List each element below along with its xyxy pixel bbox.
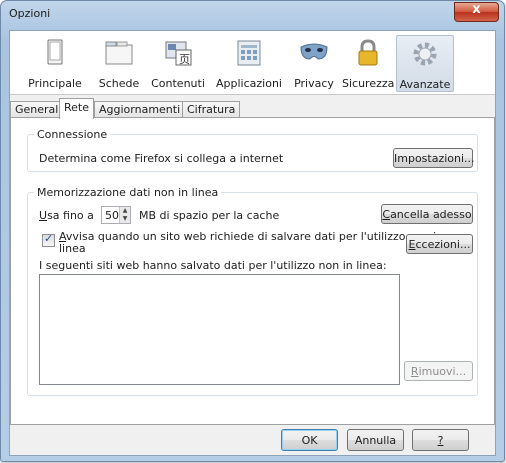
cache-size-value: 50	[105, 209, 119, 222]
pane-label: Schede	[98, 77, 140, 90]
privacy-mask-icon	[300, 43, 328, 60]
warn-offline-label-line1: Avvisa quando un sito web richiede di sa…	[59, 230, 443, 243]
dialog-footer: OK Annulla ?	[10, 424, 495, 455]
pane-privacy[interactable]: Privacy	[290, 35, 338, 90]
pane-schede[interactable]: Schede	[94, 35, 144, 90]
warn-offline-label-line2: linea	[59, 242, 86, 255]
mnemonic: E	[408, 238, 416, 251]
offline-legend: Memorizzazione dati non in linea	[37, 186, 219, 199]
help-button[interactable]: ?	[412, 429, 469, 451]
cancel-button[interactable]: Annulla	[347, 429, 404, 451]
title-bar: Opzioni x	[1, 1, 504, 25]
pane-sicurezza[interactable]: Sicurezza	[342, 35, 394, 90]
offline-sites-list[interactable]	[39, 274, 400, 385]
pane-label: Principale	[28, 77, 82, 90]
clear-now-button[interactable]: Cancella adesso	[381, 204, 473, 224]
general-window-icon	[47, 39, 63, 65]
preferences-toolbar: Principale Schede 页 Contenuti Applicazio…	[10, 31, 495, 95]
mnemonic: U	[39, 209, 48, 222]
pane-applicazioni[interactable]: Applicazioni	[212, 35, 286, 90]
cache-limit-label: Usa fino a	[39, 209, 94, 222]
label-text: vvisa quando un sito web richiede di sal…	[65, 230, 444, 243]
label-text: ccezioni...	[415, 238, 471, 251]
exceptions-button[interactable]: Eccezioni...	[406, 234, 473, 254]
remove-button[interactable]: Rimuovi...	[404, 361, 473, 381]
network-tab-panel: Connessione Determina come Firefox si co…	[10, 117, 495, 425]
warn-offline-checkbox[interactable]: ✓	[42, 232, 55, 247]
spin-down-icon[interactable]: ▼	[119, 215, 130, 223]
pane-principale[interactable]: Principale	[24, 35, 86, 90]
connection-description: Determina come Firefox si collega a inte…	[39, 152, 284, 165]
tabs-icon	[105, 41, 133, 65]
ok-button[interactable]: OK	[281, 429, 338, 451]
applications-icon	[237, 40, 261, 66]
label-text: sa fino a	[47, 209, 94, 222]
tab-aggiornamenti[interactable]: Aggiornamenti	[94, 101, 186, 118]
pane-label: Sicurezza	[342, 77, 395, 90]
advanced-gear-icon	[413, 42, 437, 66]
dialog-client: Principale Schede 页 Contenuti Applicazio…	[9, 30, 496, 456]
connection-legend: Connessione	[37, 128, 108, 141]
cache-unit-label: MB di spazio per la cache	[139, 209, 280, 222]
cache-size-stepper[interactable]: 50 ▲ ▼	[101, 206, 131, 224]
security-lock-icon	[358, 39, 378, 66]
pane-contenuti[interactable]: 页 Contenuti	[148, 35, 208, 90]
pane-label: Avanzate	[399, 78, 451, 91]
window-title: Opzioni	[9, 7, 51, 20]
check-mark-icon: ✓	[44, 232, 54, 245]
pane-label: Contenuti	[151, 77, 205, 90]
mnemonic: R	[410, 365, 419, 378]
pane-avanzate[interactable]: Avanzate	[396, 35, 454, 92]
tab-rete[interactable]: Rete	[59, 98, 94, 119]
tab-cifratura[interactable]: Cifratura	[182, 101, 241, 118]
spin-up-icon[interactable]: ▲	[119, 207, 130, 215]
svg-text:页: 页	[179, 53, 190, 66]
offline-sites-label: I seguenti siti web hanno salvato dati p…	[39, 259, 387, 272]
help-label: ?	[437, 434, 444, 447]
pane-label: Applicazioni	[216, 77, 282, 90]
close-icon: x	[472, 2, 481, 17]
connection-settings-button[interactable]: Impostazioni...	[393, 148, 475, 168]
label-text: ancella adesso	[390, 208, 472, 221]
pane-label: Privacy	[294, 77, 334, 90]
advanced-tabs: Generale Rete Aggiornamenti Cifratura	[10, 98, 495, 119]
label-text: imuovi...	[418, 365, 467, 378]
content-icon: 页	[165, 41, 192, 66]
mnemonic: C	[382, 208, 391, 221]
close-button[interactable]: x	[454, 2, 499, 22]
options-window: Opzioni x Principale Schede 页 Contenuti …	[0, 0, 505, 462]
